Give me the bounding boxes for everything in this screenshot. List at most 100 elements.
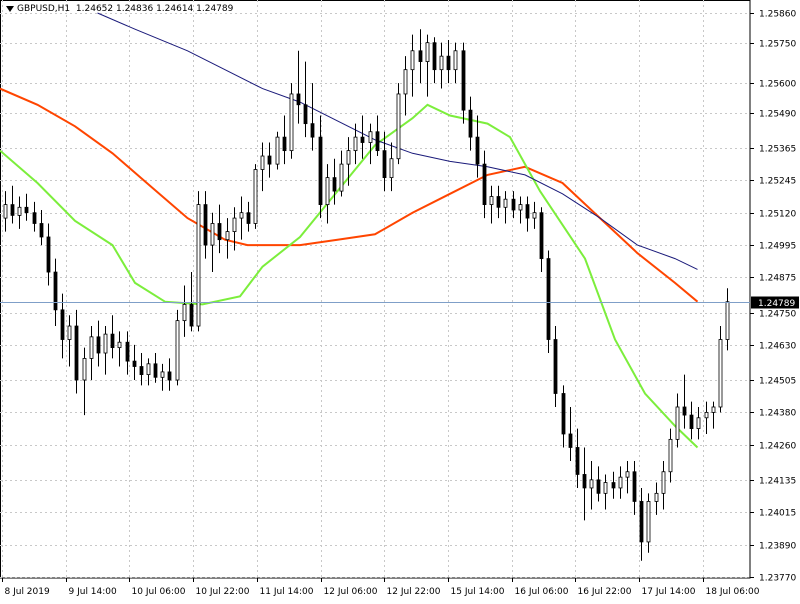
y-tick-label: 1.24505: [759, 377, 796, 387]
x-tick-label: 10 Jul 22:00: [196, 587, 250, 597]
candle-body: [267, 155, 272, 165]
candle-body: [582, 474, 587, 489]
candle-body: [346, 150, 351, 165]
candle-body: [217, 223, 222, 241]
candle-body: [74, 325, 79, 381]
candle-body: [210, 223, 215, 246]
candle-body: [125, 341, 130, 362]
candle-body: [725, 301, 730, 340]
candle-body: [632, 471, 637, 502]
candle-body: [382, 150, 387, 179]
candle-body: [618, 476, 623, 489]
candle-body: [310, 123, 315, 138]
candles: [3, 29, 730, 561]
candle-body: [561, 393, 566, 435]
y-tick-label: 1.24630: [759, 342, 796, 352]
x-tick-label: 10 Jul 06:00: [132, 587, 186, 597]
symbol-label: GBPUSD,H1: [17, 4, 71, 14]
candle-body: [132, 360, 137, 367]
candle-body: [189, 304, 194, 327]
candle-body: [318, 136, 323, 205]
y-tick-label: 1.24260: [759, 442, 796, 452]
x-tick-label: 17 Jul 14:00: [642, 587, 696, 597]
candle-body: [410, 50, 415, 71]
y-tick-label: 1.23770: [759, 574, 796, 584]
candle-body: [275, 136, 280, 165]
candle-body: [246, 212, 251, 224]
candle-body: [3, 204, 8, 219]
candle-body: [425, 42, 430, 62]
candle-body: [253, 169, 258, 224]
y-tick-label: 1.25600: [759, 80, 796, 90]
candle-body: [639, 501, 644, 543]
y-tick-label: 1.24380: [759, 409, 796, 419]
candle-body: [553, 339, 558, 394]
x-tick-label: 12 Jul 22:00: [387, 587, 441, 597]
candle-body: [332, 177, 337, 192]
candle-body: [175, 320, 180, 381]
candle-body: [689, 414, 694, 429]
chart-frame: [0, 0, 751, 579]
candle-body: [611, 482, 616, 489]
y-tick-label: 1.24135: [759, 477, 796, 487]
candle-body: [339, 163, 344, 192]
candle-body: [532, 212, 537, 219]
candle-body: [704, 411, 709, 419]
candle-body: [389, 158, 394, 179]
y-tick-label: 1.24875: [759, 274, 796, 284]
y-tick-label: 1.24995: [759, 242, 796, 252]
current-price-label: 1.24789: [758, 299, 795, 309]
candle-body: [468, 109, 473, 138]
candle-body: [418, 50, 423, 62]
candle-body: [475, 136, 480, 165]
candle-body: [39, 223, 44, 238]
current-price-line: 1.24789: [0, 296, 799, 309]
chart-canvas[interactable]: 1.25860 1.25750 1.25600 1.25490 1.25365 1.252…: [0, 0, 800, 600]
candle-body: [453, 50, 458, 71]
candle-body: [375, 131, 380, 152]
candle-body: [96, 336, 101, 354]
candle-body: [575, 447, 580, 475]
candle-body: [625, 471, 630, 478]
candle-body: [511, 198, 516, 211]
y-tick-label: 1.25245: [759, 177, 796, 187]
candle-body: [24, 206, 29, 214]
candle-body: [325, 177, 330, 205]
candle-body: [196, 204, 201, 327]
candle-body: [396, 93, 401, 160]
y-tick-label: 1.24015: [759, 509, 796, 519]
candle-body: [668, 438, 673, 473]
symbol-info: GBPUSD,H1 1.24652 1.24836 1.24614 1.2478…: [6, 4, 233, 14]
candle-body: [182, 304, 187, 322]
candle-body: [589, 479, 594, 489]
candle-body: [282, 136, 287, 152]
candle-body: [203, 204, 208, 246]
y-tick-label: 1.25750: [759, 40, 796, 50]
candle-body: [82, 358, 87, 381]
candle-body: [482, 163, 487, 205]
dropdown-triangle-icon[interactable]: [6, 5, 14, 12]
candle-body: [153, 363, 158, 378]
candle-body: [103, 333, 108, 354]
candle-body: [446, 55, 451, 71]
candle-body: [46, 236, 51, 273]
candle-body: [353, 136, 358, 152]
candle-body: [67, 325, 72, 340]
candle-body: [360, 136, 365, 143]
y-tick-label: 1.25490: [759, 110, 796, 120]
candle-body: [32, 212, 37, 224]
x-tick-label: 18 Jul 06:00: [706, 587, 760, 597]
candle-body: [146, 363, 151, 376]
x-tick-label: 8 Jul 2019: [5, 587, 50, 597]
candle-body: [525, 204, 530, 219]
candle-body: [167, 371, 172, 381]
price-chart[interactable]: 1.25860 1.25750 1.25600 1.25490 1.25365 1.252…: [0, 0, 800, 600]
y-tick-label: 1.24750: [759, 310, 796, 320]
candle-body: [568, 433, 573, 448]
candle-body: [289, 93, 294, 152]
candle-body: [432, 42, 437, 71]
candle-body: [110, 333, 115, 349]
y-tick-label: 1.23890: [759, 542, 796, 552]
candle-body: [646, 501, 651, 543]
ma_fast-line: [0, 87, 699, 303]
